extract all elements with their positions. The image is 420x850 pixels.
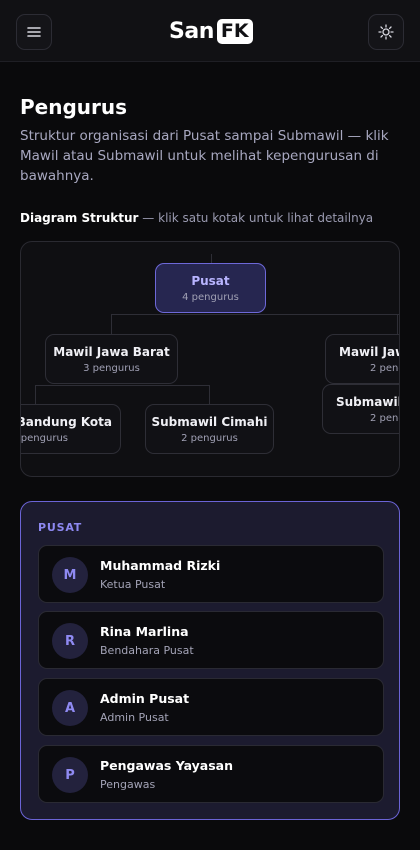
member-role: Pengawas [100,778,156,791]
connector-line [35,385,36,405]
connector-line [111,314,399,315]
node-count: 2 pengurus [370,362,399,374]
org-node-mawil-jawa-barat[interactable]: Mawil Jawa Barat 3 pengurus [45,334,178,384]
member-card[interactable]: A Admin Pusat Admin Pusat [38,678,384,736]
node-count: 2 pengurus [370,412,399,424]
member-name: Muhammad Rizki [100,558,221,573]
pusat-detail-card: PUSAT M Muhammad Rizki Ketua Pusat R Rin… [20,501,400,820]
member-card[interactable]: M Muhammad Rizki Ketua Pusat [38,545,384,603]
hamburger-icon [27,27,41,37]
avatar: R [52,623,88,659]
member-name: Admin Pusat [100,691,190,706]
member-name: Pengawas Yayasan [100,758,234,773]
diagram-heading-hint: — klik satu kotak untuk lihat detailnya [138,211,374,225]
logo-badge: FK [216,18,253,44]
node-count: 2 pengurus [181,432,238,444]
sun-icon [378,24,394,40]
diagram-heading: Diagram Struktur — klik satu kotak untuk… [20,211,373,225]
org-node-submawil-bandung-kota[interactable]: Submawil Bandung Kota 2 pengurus [20,404,121,454]
member-card[interactable]: R Rina Marlina Bendahara Pusat [38,611,384,669]
node-name: Mawil Jawa [339,344,399,359]
menu-button[interactable] [16,14,52,50]
node-name: Submawil Bandung Kota [20,414,112,429]
member-role: Bendahara Pusat [100,644,194,657]
avatar: P [52,757,88,793]
avatar: A [52,690,88,726]
member-role: Admin Pusat [100,711,169,724]
node-name: Pusat [191,273,230,288]
org-node-submawil-cimahi[interactable]: Submawil Cimahi 2 pengurus [145,404,274,454]
avatar: M [52,557,88,593]
top-bar: San FK [0,0,420,62]
org-diagram[interactable]: Pusat 4 pengurus Mawil Jawa Barat 3 peng… [20,241,400,477]
connector-line [35,385,209,386]
node-name: Submawil S [336,394,400,409]
node-count: 2 pengurus [20,432,68,444]
connector-line [209,385,210,405]
card-title: PUSAT [38,521,83,534]
member-name: Rina Marlina [100,624,189,639]
member-card[interactable]: P Pengawas Yayasan Pengawas [38,745,384,803]
logo-text: San [169,18,214,44]
app-logo[interactable]: San FK [169,17,253,45]
org-node-submawil-s[interactable]: Submawil S 2 pengurus [322,384,400,434]
page-title: Pengurus [20,95,128,119]
node-count: 3 pengurus [83,362,140,374]
diagram-heading-bold: Diagram Struktur [20,211,139,225]
node-name: Submawil Cimahi [151,414,268,429]
connector-line [397,314,398,334]
node-count: 4 pengurus [182,291,239,303]
page-description: Struktur organisasi dari Pusat sampai Su… [20,128,389,184]
theme-toggle-button[interactable] [368,14,404,50]
org-node-pusat[interactable]: Pusat 4 pengurus [155,263,266,313]
node-name: Mawil Jawa Barat [53,344,170,359]
org-node-mawil-jawa[interactable]: Mawil Jawa 2 pengurus [325,334,399,384]
connector-line [111,314,112,334]
member-role: Ketua Pusat [100,578,166,591]
